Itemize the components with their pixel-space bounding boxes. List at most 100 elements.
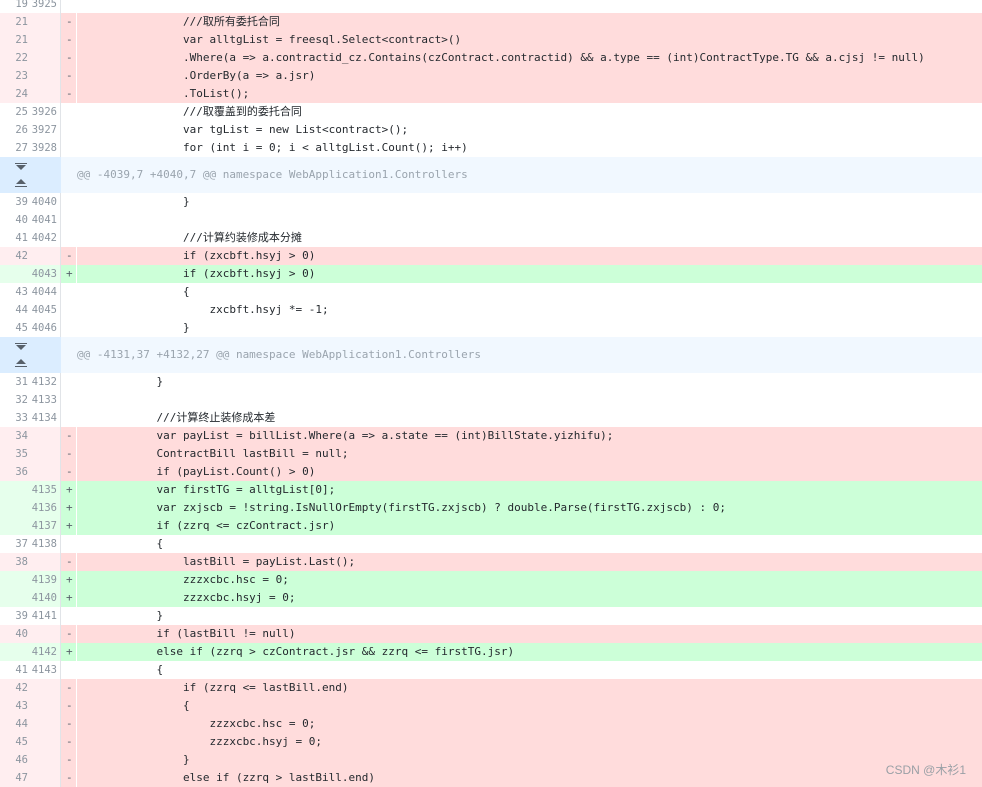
old-line-number: 44 [15,304,28,316]
gutter-divider [60,607,61,625]
new-line-number [27,49,57,67]
plus-sign: + [61,499,76,517]
code-text: zzzxcbc.hsc = 0; [77,715,982,733]
old-line-number: 34 [15,430,28,442]
code-text: if (zxcbft.hsyj > 0) [77,265,982,283]
code-text: } [77,321,190,334]
code-text: .Where(a => a.contractid_cz.Contains(czC… [77,49,982,67]
diff-line: 47 - else if (zzrq > lastBill.end) [0,769,982,787]
diff-line: 35 - ContractBill lastBill = null; [0,445,982,463]
old-line-number: 43 [15,700,28,712]
code-text: ///计算终止装修成本差 [77,411,276,424]
code-text: if (zxcbft.hsyj > 0) [77,247,982,265]
old-line-number: 45 [15,736,28,748]
code-text: for (int i = 0; i < alltgList.Count(); i… [77,141,468,154]
diff-line: 26 3927 var tgList = new List<contract>()… [0,121,982,139]
new-line-number [27,463,57,481]
diff-line: 31 4132 } [0,373,982,391]
minus-sign: - [61,31,76,49]
plus-sign: + [61,481,76,499]
code-text: { [77,285,190,298]
code-text: if (payList.Count() > 0) [77,463,982,481]
minus-sign: - [61,49,76,67]
old-line-number: 43 [15,286,28,298]
code-text: zzzxcbc.hsc = 0; [77,571,982,589]
diff-line: 41 4042 ///计算约装修成本分摊 [0,229,982,247]
old-line-number: 41 [15,232,28,244]
old-line-number: 27 [15,142,28,154]
new-line-number [27,67,57,85]
code-text: var alltgList = freesql.Select<contract>… [77,31,982,49]
diff-line: 42 - if (zxcbft.hsyj > 0) [0,247,982,265]
diff-line: 45 - zzzxcbc.hsyj = 0; [0,733,982,751]
diff-line: 41 4143 { [0,661,982,679]
hunk-text: @@ -4039,7 +4040,7 @@ namespace WebAppli… [61,157,982,193]
code-text: var payList = billList.Where(a => a.stat… [77,427,982,445]
hunk-header[interactable]: @@ -4131,37 +4132,27 @@ namespace WebApp… [0,337,982,373]
old-line-number [0,643,28,661]
old-line-number: 42 [15,250,28,262]
plus-sign: + [61,517,76,535]
minus-sign: - [61,445,76,463]
minus-sign: - [61,463,76,481]
old-line-number: 25 [15,106,28,118]
minus-sign: - [61,769,76,787]
new-line-number [27,247,57,265]
gutter-divider [60,409,61,427]
code-text: zxcbft.hsyj *= -1; [77,303,329,316]
diff-line: 36 - if (payList.Count() > 0) [0,463,982,481]
new-line-number: 4042 [31,232,57,244]
new-line-number [27,733,57,751]
gutter-divider [60,103,61,121]
code-text: } [77,751,982,769]
old-line-number: 37 [15,538,28,550]
new-line-number: 4140 [31,592,57,604]
code-text: } [77,375,164,388]
gutter-divider [60,391,61,409]
code-text: lastBill = payList.Last(); [77,553,982,571]
new-line-number: 4044 [31,286,57,298]
code-text: var tgList = new List<contract>(); [77,123,409,136]
hunk-header[interactable]: @@ -4039,7 +4040,7 @@ namespace WebAppli… [0,157,982,193]
minus-sign: - [61,625,76,643]
code-text: ContractBill lastBill = null; [77,445,982,463]
old-line-number: 40 [15,214,28,226]
new-line-number: 4139 [31,574,57,586]
code-text: { [77,663,164,676]
gutter-divider [60,193,61,211]
code-text: else if (zzrq > czContract.jsr && zzrq <… [77,643,982,661]
diff-line: 4043 + if (zxcbft.hsyj > 0) [0,265,982,283]
minus-sign: - [61,679,76,697]
new-line-number: 3925 [31,0,57,10]
code-text: .ToList(); [77,85,982,103]
diff-line: 38 - lastBill = payList.Last(); [0,553,982,571]
code-text: var zxjscb = !string.IsNullOrEmpty(first… [77,499,982,517]
diff-line: 4137 + if (zzrq <= czContract.jsr) [0,517,982,535]
new-line-number [27,445,57,463]
old-line-number [0,571,28,589]
old-line-number: 35 [15,448,28,460]
diff-line: 4139 + zzzxcbc.hsc = 0; [0,571,982,589]
expand-icon[interactable] [13,342,29,368]
plus-sign: + [61,265,76,283]
diff-line: 21 - ///取所有委托合同 [0,13,982,31]
expand-icon[interactable] [13,162,29,188]
new-line-number [27,697,57,715]
diff-line: 39 4141 } [0,607,982,625]
new-line-number: 4041 [31,214,57,226]
code-text: { [77,697,982,715]
minus-sign: - [61,247,76,265]
old-line-number: 21 [15,16,28,28]
gutter-divider [60,211,61,229]
diff-line: 23 - .OrderBy(a => a.jsr) [0,67,982,85]
new-line-number [27,13,57,31]
diff-line: 22 - .Where(a => a.contractid_cz.Contains… [0,49,982,67]
new-line-number: 4142 [31,646,57,658]
new-line-number: 4141 [31,610,57,622]
old-line-number: 38 [15,556,28,568]
old-line-number: 24 [15,88,28,100]
old-line-number: 47 [15,772,28,784]
code-text: } [77,195,190,208]
